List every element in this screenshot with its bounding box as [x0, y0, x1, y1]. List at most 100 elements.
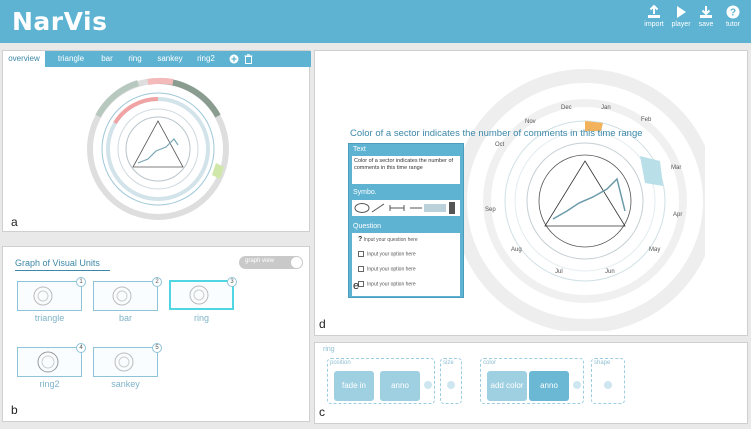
panel-label-c: c — [319, 405, 325, 419]
symbol-box — [352, 200, 460, 216]
option-placeholder: Input your option here — [367, 266, 416, 273]
month-label: Mar — [671, 165, 681, 171]
add-tab-icon[interactable] — [229, 54, 239, 64]
timeline-title: ring — [323, 346, 335, 353]
annotation-sentence[interactable]: Color of a sector indicates the number o… — [350, 128, 643, 139]
option-placeholder: Input your option here — [367, 251, 416, 258]
month-label: Dec — [561, 105, 572, 111]
unit-ring2[interactable]: 4 — [17, 343, 86, 377]
toggle-knob — [291, 257, 302, 268]
unit-number: 3 — [227, 277, 237, 287]
unit-sankey[interactable]: 5 — [93, 343, 162, 377]
save-button[interactable]: save — [692, 5, 720, 39]
tab-bar[interactable]: bar — [95, 51, 119, 67]
month-label: Jan — [601, 105, 611, 111]
month-label: Jul — [555, 269, 563, 275]
group-label: color — [483, 360, 497, 366]
unit-label: ring2 — [39, 379, 60, 389]
checkbox[interactable] — [358, 266, 364, 272]
group-label: size — [443, 360, 454, 366]
range-icon[interactable] — [389, 205, 405, 211]
play-icon — [677, 6, 686, 18]
unit-thumbnail — [37, 351, 59, 373]
add-block-icon[interactable] — [447, 381, 455, 389]
group-shape: shape — [591, 358, 625, 404]
trash-icon[interactable] — [244, 54, 253, 64]
question-input[interactable]: ? Input your question here — [358, 236, 418, 243]
tutor-label: tutor — [725, 21, 740, 28]
month-label: Jun — [605, 269, 615, 275]
tab-triangle[interactable]: triangle — [53, 51, 89, 67]
unit-number: 1 — [76, 277, 86, 287]
add-block-icon[interactable] — [424, 381, 432, 389]
option-row[interactable]: Input your option here — [358, 251, 416, 257]
group-label: shape — [594, 360, 611, 366]
text-box[interactable]: Color of a sector indicates the number o… — [352, 156, 460, 184]
text-body: Color of a sector indicates the number o… — [354, 158, 454, 171]
download-icon — [700, 6, 712, 18]
symbol-header: Symbo. — [353, 189, 377, 196]
unit-label: sankey — [111, 379, 140, 389]
panel-label-e: e — [353, 280, 360, 292]
option-row[interactable]: Input your option here — [358, 266, 416, 272]
option-placeholder: Input your option here — [367, 281, 416, 288]
overview-visualization — [87, 77, 229, 220]
question-box: ? Input your question here Input your op… — [352, 233, 460, 296]
import-icon — [648, 5, 660, 18]
line-icon[interactable] — [371, 203, 385, 213]
block-anno[interactable]: anno — [380, 371, 420, 401]
option-row[interactable]: Input your option here — [358, 281, 416, 287]
overview-panel: overview triangle bar ring sankey ring2 … — [2, 50, 311, 232]
text-header: Text — [353, 146, 366, 153]
block-add-color[interactable]: add color — [487, 371, 527, 401]
unit-number: 5 — [152, 343, 162, 353]
unit-label: triangle — [34, 313, 65, 323]
unit-thumbnail — [114, 352, 134, 372]
gradient-icon[interactable] — [424, 204, 446, 212]
panel-label-b: b — [11, 403, 18, 417]
graph-view-toggle[interactable]: graph view — [239, 256, 303, 269]
annotation-popup: Text Color of a sector indicates the num… — [348, 143, 464, 298]
month-label: Nov — [525, 119, 536, 125]
import-button[interactable]: import — [640, 5, 668, 39]
unit-bar[interactable]: 2 — [93, 277, 162, 311]
tab-overview[interactable]: overview — [3, 51, 45, 67]
group-color: color add color anno — [480, 358, 584, 404]
tab-sankey[interactable]: sankey — [153, 51, 187, 67]
unit-thumbnail — [112, 286, 132, 306]
symbol-shapes — [354, 202, 455, 214]
import-label: import — [644, 21, 664, 28]
unit-ring[interactable]: 3 — [169, 277, 237, 310]
player-button[interactable]: player — [667, 5, 695, 39]
unit-thumbnail — [33, 286, 53, 306]
group-label: position — [330, 360, 351, 366]
question-placeholder: Input your question here — [363, 237, 418, 243]
tutor-button[interactable]: ? tutor — [719, 5, 747, 39]
month-label: Oct — [495, 142, 505, 148]
unit-label: bar — [118, 313, 132, 323]
tab-ring2[interactable]: ring2 — [192, 51, 220, 67]
checkbox[interactable] — [358, 251, 364, 257]
timeline-panel: ring position fade in anno size color ad… — [314, 342, 748, 424]
graph-title: Graph of Visual Units — [15, 258, 110, 271]
color-swatch-icon[interactable] — [449, 202, 455, 214]
group-size: size — [440, 358, 462, 404]
tab-ring[interactable]: ring — [122, 51, 148, 67]
top-bar: NarVis import player save ? tutor — [0, 0, 751, 43]
block-fade-in[interactable]: fade in — [334, 371, 374, 401]
add-block-icon[interactable] — [604, 381, 612, 389]
graph-view-label: graph view — [245, 258, 275, 264]
unit-number: 4 — [76, 343, 86, 353]
panel-label-a: a — [11, 215, 18, 229]
overview-tabs: overview triangle bar ring sankey ring2 — [3, 51, 311, 67]
add-block-icon[interactable] — [573, 381, 581, 389]
unit-number: 2 — [152, 277, 162, 287]
month-label: Feb — [641, 117, 652, 123]
group-position: position fade in anno — [327, 358, 435, 404]
block-anno[interactable]: anno — [529, 371, 569, 401]
month-label: Apr — [673, 212, 682, 218]
unit-label: ring — [193, 313, 209, 323]
save-label: save — [698, 21, 714, 28]
unit-triangle[interactable]: 1 — [17, 277, 86, 311]
ellipse-icon[interactable] — [354, 203, 370, 213]
